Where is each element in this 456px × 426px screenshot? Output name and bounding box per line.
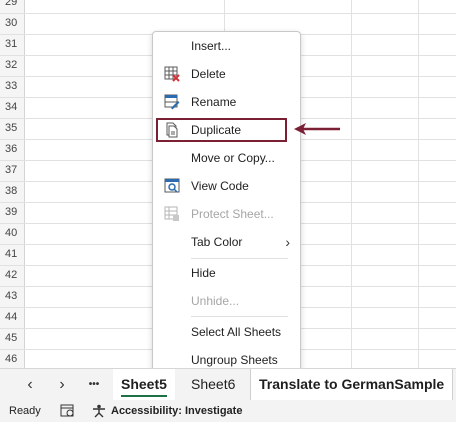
status-bar: Ready Accessibility: Investigate xyxy=(0,400,456,422)
row-number[interactable]: 46 xyxy=(0,349,24,368)
rename-sheet-icon xyxy=(164,94,180,110)
row-number[interactable]: 35 xyxy=(0,118,24,139)
row-number[interactable]: 37 xyxy=(0,160,24,181)
menu-item-view-code[interactable]: View Code xyxy=(153,174,300,198)
view-code-icon xyxy=(164,178,180,194)
menu-item-move-or-copy[interactable]: Move or Copy... xyxy=(153,146,300,170)
sheet-tab-translate-to-germansample[interactable]: Translate to GermanSample xyxy=(250,369,454,401)
duplicate-highlight-box xyxy=(156,118,287,142)
row-number[interactable]: 44 xyxy=(0,307,24,328)
scroll-tabs-left-button[interactable]: ‹ xyxy=(15,369,45,401)
menu-item-label: Move or Copy... xyxy=(191,151,275,165)
row-number[interactable]: 33 xyxy=(0,76,24,97)
menu-separator xyxy=(191,316,288,317)
chevron-right-icon: › xyxy=(285,234,290,250)
row-number[interactable]: 45 xyxy=(0,328,24,349)
menu-item-hide[interactable]: Hide xyxy=(153,261,300,285)
menu-item-label: Tab Color xyxy=(191,235,243,249)
menu-item-unhide: Unhide... xyxy=(153,289,300,313)
more-sheets-button[interactable]: ••• xyxy=(79,369,109,401)
menu-item-delete[interactable]: Delete xyxy=(153,62,300,86)
row-number[interactable]: 31 xyxy=(0,34,24,55)
menu-item-label: Insert... xyxy=(191,39,232,53)
protect-sheet-icon xyxy=(164,206,180,222)
menu-item-select-all-sheets[interactable]: Select All Sheets xyxy=(153,320,300,344)
grid-row[interactable]: 29 xyxy=(0,0,456,14)
scroll-tabs-right-button[interactable]: › xyxy=(47,369,77,401)
active-tab-underline xyxy=(121,395,167,397)
menu-item-label: Delete xyxy=(191,67,226,81)
menu-item-insert[interactable]: Insert... xyxy=(153,34,300,58)
row-number[interactable]: 41 xyxy=(0,244,24,265)
row-number[interactable]: 30 xyxy=(0,13,24,34)
menu-item-label: Rename xyxy=(191,95,237,109)
row-number[interactable]: 34 xyxy=(0,97,24,118)
row-number[interactable]: 29 xyxy=(0,0,24,13)
row-number[interactable]: 39 xyxy=(0,202,24,223)
pointer-arrow-icon xyxy=(294,123,340,135)
sheet-tab-label: Sheet5 xyxy=(121,376,167,392)
menu-item-label: View Code xyxy=(191,179,249,193)
menu-item-label: Protect Sheet... xyxy=(191,207,274,221)
row-number[interactable]: 42 xyxy=(0,265,24,286)
menu-item-label: Hide xyxy=(191,266,216,280)
row-number[interactable]: 32 xyxy=(0,55,24,76)
sheet-tab-sheet6[interactable]: Sheet6 xyxy=(183,369,243,401)
menu-item-label: Select All Sheets xyxy=(191,325,282,339)
status-mode: Ready xyxy=(9,405,41,417)
accessibility-status[interactable]: Accessibility: Investigate xyxy=(111,400,242,422)
row-number[interactable]: 36 xyxy=(0,139,24,160)
accessibility-icon[interactable] xyxy=(92,404,107,426)
menu-separator xyxy=(191,258,288,259)
menu-item-label: Unhide... xyxy=(191,294,240,308)
menu-item-tab-color[interactable]: Tab Color › xyxy=(153,230,300,254)
sheet-tab-label: Translate to GermanSample xyxy=(259,376,445,392)
sheet-tab-sheet5[interactable]: Sheet5 xyxy=(113,369,175,401)
cell-mode-icon[interactable] xyxy=(60,404,75,426)
delete-sheet-icon xyxy=(164,66,180,82)
sheet-tab-bar: ‹ › ••• Sheet5 Sheet6 Translate to Germa… xyxy=(0,368,456,401)
row-number[interactable]: 38 xyxy=(0,181,24,202)
sheet-tab-context-menu: Insert... Delete Rename Duplicate Move o… xyxy=(152,31,301,374)
row-number[interactable]: 40 xyxy=(0,223,24,244)
menu-item-protect-sheet: Protect Sheet... xyxy=(153,202,300,226)
row-number[interactable]: 43 xyxy=(0,286,24,307)
menu-item-rename[interactable]: Rename xyxy=(153,90,300,114)
sheet-tab-label: Sheet6 xyxy=(191,376,236,392)
